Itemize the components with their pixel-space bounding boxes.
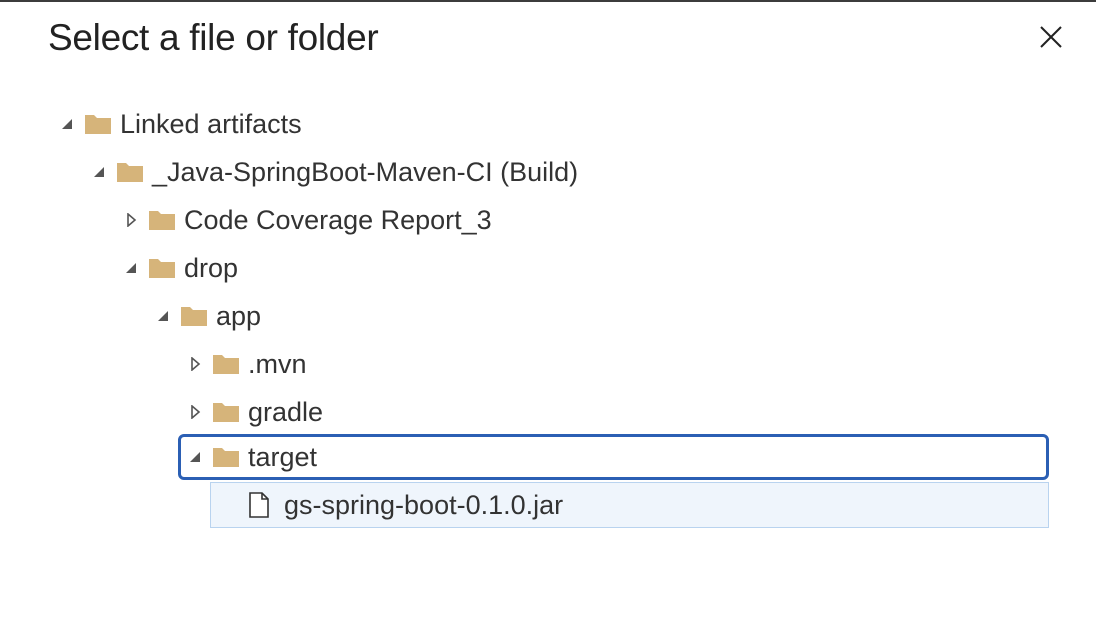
folder-icon [84,113,112,135]
expanded-triangle-icon[interactable] [60,117,74,131]
tree-node-build[interactable]: _Java-SpringBoot-Maven-CI (Build) [92,148,578,196]
collapsed-triangle-icon[interactable] [188,405,202,419]
folder-icon [148,257,176,279]
tree-node-label: target [248,442,318,472]
close-icon[interactable] [1036,22,1066,52]
tree-node-target[interactable]: target [178,434,1049,480]
tree-node-label: app [216,301,262,331]
tree-node-drop[interactable]: drop [124,244,238,292]
folder-icon [212,446,240,468]
tree-node-label: Linked artifacts [120,109,302,139]
tree-node-jar-file[interactable]: gs-spring-boot-0.1.0.jar [210,482,1049,528]
tree-node-gradle[interactable]: gradle [188,388,323,436]
tree-node-mvn[interactable]: .mvn [188,340,307,388]
tree-node-label: _Java-SpringBoot-Maven-CI (Build) [152,157,579,187]
dialog-title: Select a file or folder [48,17,379,58]
folder-icon [116,161,144,183]
tree-node-label: Code Coverage Report_3 [184,205,492,235]
tree-node-label: drop [184,253,239,283]
expanded-triangle-icon[interactable] [124,261,138,275]
folder-icon [180,305,208,327]
tree-node-label: gradle [248,397,324,427]
tree-node-label: gs-spring-boot-0.1.0.jar [284,490,564,520]
expanded-triangle-icon[interactable] [188,450,202,464]
folder-icon [212,353,240,375]
folder-icon [148,209,176,231]
tree-node-label: .mvn [248,349,307,379]
expanded-triangle-icon[interactable] [92,165,106,179]
collapsed-triangle-icon[interactable] [124,213,138,227]
tree-node-app[interactable]: app [156,292,261,340]
file-picker-dialog: Select a file or folder Linked artifacts [0,0,1096,624]
expanded-triangle-icon[interactable] [156,309,170,323]
file-icon [248,492,270,518]
folder-icon [212,401,240,423]
tree-node-code-coverage[interactable]: Code Coverage Report_3 [124,196,492,244]
collapsed-triangle-icon[interactable] [188,357,202,371]
tree-node-linked-artifacts[interactable]: Linked artifacts [60,100,302,148]
